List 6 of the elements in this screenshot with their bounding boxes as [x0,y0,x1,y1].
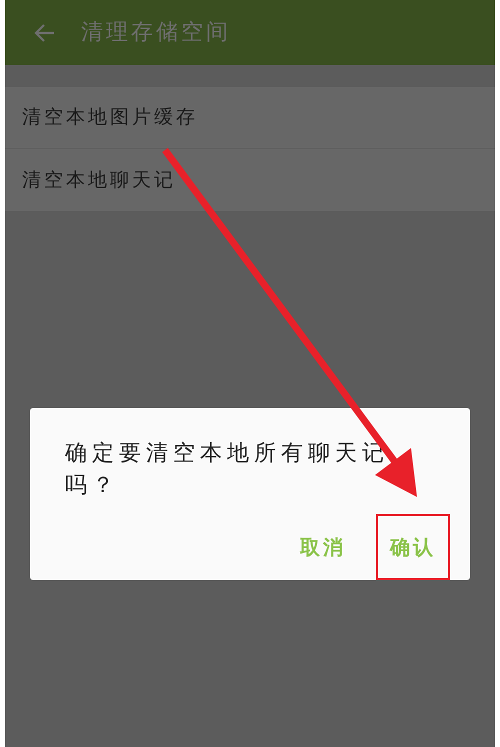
dialog-button[interactable]: 取消 [286,514,360,580]
settings-item[interactable]: 清空本地聊天记 [5,149,495,211]
screen-title: 清理存储空间 [81,19,231,47]
dialog-button[interactable]: 确认 [376,514,450,580]
back-icon[interactable] [33,22,55,42]
settings-item[interactable]: 清空本地图片缓存 [5,87,495,149]
